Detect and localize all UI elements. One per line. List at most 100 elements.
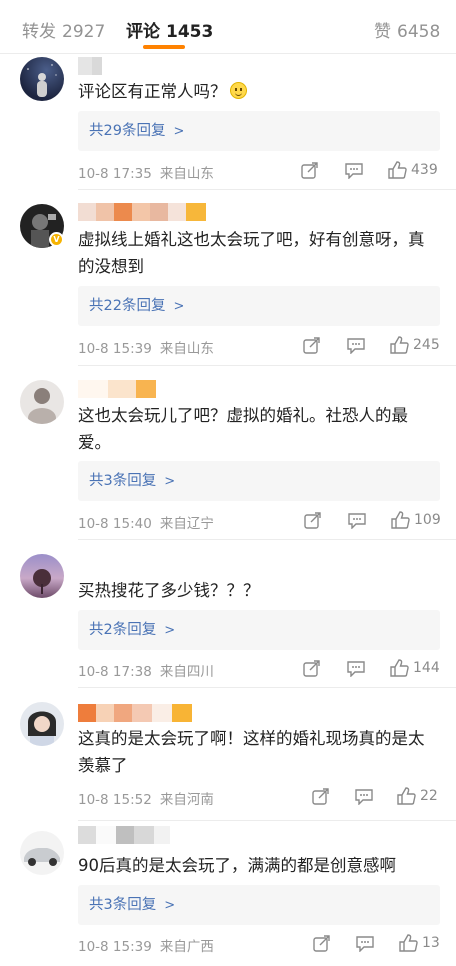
comment-meta: 10-8 17:35 来自山东	[78, 162, 214, 182]
comment-meta: 10-8 15:39 来自广西	[78, 935, 214, 955]
replies-label: 共3条回复	[89, 897, 157, 913]
tab-likes-count: 6458	[397, 22, 441, 42]
username-blurred[interactable]	[78, 380, 156, 398]
like-button[interactable]: 245	[390, 336, 440, 354]
username-blurred[interactable]	[78, 704, 192, 722]
chevron-right-icon: >	[173, 299, 185, 314]
like-count: 22	[420, 788, 438, 804]
comment-button[interactable]	[348, 512, 366, 529]
chevron-right-icon: >	[164, 474, 176, 489]
like-count: 109	[414, 512, 441, 528]
replies-link[interactable]: 共3条回复 >	[78, 461, 440, 501]
comment-text: 这也太会玩儿了吧？虚拟的婚礼。社恐人的最爱。	[78, 402, 440, 456]
replies-link[interactable]: 共22条回复 >	[78, 286, 440, 326]
like-button[interactable]: 144	[390, 659, 440, 677]
comment-text-content: 这也太会玩儿了吧？虚拟的婚礼。社恐人的最爱。	[78, 406, 408, 452]
comment-tabs: 转发 2927 评论 1453 赞 6458	[0, 0, 456, 54]
tab-reposts-label: 转发	[22, 22, 56, 42]
comment-location: 来自四川	[159, 664, 214, 680]
comment-button[interactable]	[356, 935, 374, 952]
comment-text-content: 评论区有正常人吗？	[78, 82, 227, 101]
comment-item: 这真的是太会玩了啊！这样的婚礼现场真的是太羡慕了 10-8 15:52 来自河南 …	[0, 688, 456, 821]
share-button[interactable]	[301, 162, 318, 179]
like-button[interactable]: 109	[391, 511, 441, 529]
comment-text: 90后真的是太会玩了，满满的都是创意感啊	[78, 852, 440, 879]
replies-link[interactable]: 共29条回复 >	[78, 111, 440, 151]
replies-label: 共22条回复	[89, 298, 166, 314]
comment-text: 评论区有正常人吗？	[78, 78, 440, 105]
comment-location: 来自辽宁	[159, 516, 214, 532]
tab-comments-count: 1453	[166, 22, 214, 42]
thumbs-up-icon	[397, 787, 416, 805]
avatar[interactable]	[20, 702, 64, 746]
share-button[interactable]	[303, 660, 320, 677]
comment-meta: 10-8 15:39 来自山东	[78, 337, 214, 357]
active-tab-indicator	[143, 45, 185, 49]
comment-icon	[356, 936, 374, 952]
like-button[interactable]: 439	[388, 161, 438, 179]
avatar-image	[28, 711, 56, 746]
share-icon	[303, 337, 320, 354]
replies-link[interactable]: 共3条回复 >	[78, 885, 440, 925]
username-blurred[interactable]	[78, 826, 170, 844]
comment-text-content: 这真的是太会玩了啊！这样的婚礼现场真的是太羡慕了	[78, 729, 425, 775]
comment-text-content: 买热搜花了多少钱？？？	[78, 581, 260, 600]
comment-icon	[347, 661, 365, 677]
comment-time: 10-8 15:39	[78, 939, 152, 955]
share-icon	[303, 660, 320, 677]
comment-time: 10-8 15:40	[78, 516, 152, 532]
comment-button[interactable]	[347, 660, 365, 677]
like-button[interactable]: 13	[399, 934, 440, 952]
comment-meta: 10-8 15:40 来自辽宁	[78, 512, 214, 532]
comment-item: 买热搜花了多少钱？？？ 共2条回复 > 10-8 17:38 来自四川 144	[0, 540, 456, 688]
avatar[interactable]	[20, 554, 64, 598]
comment-time: 10-8 17:35	[78, 166, 152, 182]
comment-button[interactable]	[355, 788, 373, 805]
comment-time: 10-8 17:38	[78, 664, 152, 680]
avatar[interactable]	[20, 380, 64, 424]
comment-icon	[347, 338, 365, 354]
thumbs-up-icon	[390, 659, 409, 677]
comment-location: 来自山东	[159, 166, 214, 182]
thumbs-up-icon	[388, 161, 407, 179]
chevron-right-icon: >	[164, 623, 176, 638]
share-button[interactable]	[313, 935, 330, 952]
share-button[interactable]	[304, 512, 321, 529]
username-blurred[interactable]	[78, 57, 102, 75]
avatar[interactable]	[20, 831, 64, 875]
share-button[interactable]	[303, 337, 320, 354]
tab-reposts[interactable]: 转发 2927	[22, 17, 105, 42]
avatar-image	[28, 388, 56, 424]
comment-button[interactable]	[347, 337, 365, 354]
comment-text-content: 虚拟线上婚礼这也太会玩了吧，好有创意呀，真的没想到	[78, 230, 425, 276]
avatar-image	[27, 64, 57, 97]
comment-button[interactable]	[345, 162, 363, 179]
like-button[interactable]: 22	[397, 787, 438, 805]
avatar[interactable]	[20, 57, 64, 101]
smile-emoji-icon	[229, 82, 247, 99]
tab-likes[interactable]: 赞 6458	[374, 17, 440, 42]
comment-location: 来自广西	[159, 939, 214, 955]
comment-meta: 10-8 15:52 来自河南	[78, 788, 214, 808]
share-button[interactable]	[312, 788, 329, 805]
thumbs-up-icon	[391, 511, 410, 529]
comment-location: 来自河南	[159, 792, 214, 808]
like-count: 13	[422, 935, 440, 951]
share-icon	[304, 512, 321, 529]
share-icon	[313, 935, 330, 952]
verified-badge-icon: V	[49, 232, 64, 247]
replies-link[interactable]: 共2条回复 >	[78, 610, 440, 650]
like-count: 439	[411, 162, 438, 178]
replies-label: 共2条回复	[89, 622, 157, 638]
like-count: 144	[413, 660, 440, 676]
like-count: 245	[413, 337, 440, 353]
comment-icon	[348, 513, 366, 529]
replies-label: 共3条回复	[89, 473, 157, 489]
tab-comments[interactable]: 评论 1453	[126, 17, 213, 42]
username-blurred[interactable]	[78, 203, 206, 221]
tab-likes-label: 赞	[374, 22, 391, 42]
comment-item: 这也太会玩儿了吧？虚拟的婚礼。社恐人的最爱。 共3条回复 > 10-8 15:40…	[0, 366, 456, 540]
share-icon	[301, 162, 318, 179]
comment-icon	[355, 789, 373, 805]
comment-time: 10-8 15:39	[78, 341, 152, 357]
